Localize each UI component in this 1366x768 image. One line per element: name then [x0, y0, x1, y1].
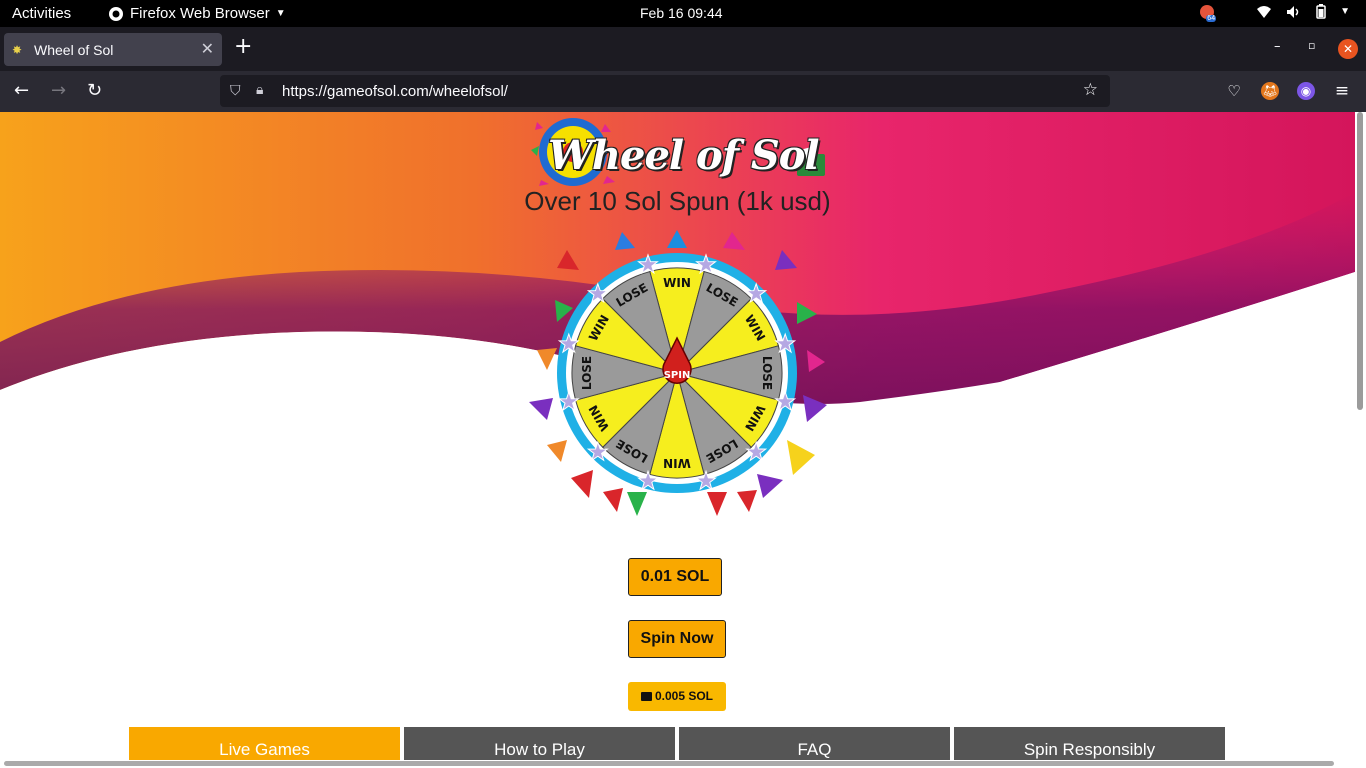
minimize-icon[interactable]: –: [1274, 39, 1281, 54]
vertical-scrollbar[interactable]: [1355, 112, 1366, 768]
close-tab-icon[interactable]: ✕: [201, 39, 214, 59]
clock[interactable]: Feb 16 09:44: [640, 5, 723, 21]
browser-tab-strip: ✸ Wheel of Sol ✕: [0, 27, 1366, 71]
wheel-segment-label: LOSE: [760, 356, 774, 390]
app-menu-label: Firefox Web Browser: [130, 5, 270, 22]
shield-icon[interactable]: ⛉: [230, 82, 241, 99]
hamburger-menu-icon[interactable]: ≡: [1333, 82, 1351, 100]
wifi-icon: [1257, 5, 1272, 18]
horizontal-scroll-thumb[interactable]: [4, 761, 1334, 766]
system-menu-chevron-icon: ▼: [1340, 6, 1350, 17]
new-tab-button[interactable]: +: [234, 34, 252, 59]
system-tray[interactable]: 64 ▼: [1200, 4, 1350, 22]
bookmark-star-icon[interactable]: ☆: [1083, 80, 1098, 100]
vertical-scroll-thumb[interactable]: [1357, 112, 1363, 410]
horizontal-scrollbar[interactable]: [0, 760, 1355, 768]
page-subtitle: Over 10 Sol Spun (1k usd): [524, 186, 831, 216]
wheel-segment-label: LOSE: [580, 356, 594, 390]
tab-title: Wheel of Sol: [34, 41, 114, 58]
tab-how-to-play[interactable]: How to Play: [404, 727, 675, 760]
tab-faq[interactable]: FAQ: [679, 727, 950, 760]
wallet-balance: 0.005 SOL: [654, 689, 714, 703]
volume-icon: [1287, 5, 1299, 18]
forward-arrow-icon[interactable]: →: [51, 80, 66, 101]
navigation-bar: ← → ↻ ⛉ 🔒︎ https://gameofsol.com/wheelof…: [0, 71, 1366, 112]
activities-button[interactable]: Activities: [12, 5, 71, 22]
prize-wheel[interactable]: WIN LOSEWINLOSEWINLOSEWINLOSEWINLOSEWINLO…: [527, 230, 827, 520]
favicon-icon: ✸: [12, 42, 23, 57]
notification-indicator-icon: 64: [1200, 4, 1217, 22]
system-top-bar: Activities Firefox Web Browser ▼ Feb 16 …: [0, 0, 1366, 27]
wallet-balance-badge[interactable]: 0.005 SOL: [628, 682, 726, 711]
wallet-icon: [640, 692, 652, 701]
wheel-segment-label: WIN: [663, 276, 691, 290]
metamask-fox-icon[interactable]: 🦊︎: [1261, 82, 1279, 100]
wheel-segment-label: WIN: [663, 456, 691, 470]
app-menu[interactable]: Firefox Web Browser ▼: [108, 5, 286, 22]
maximize-icon[interactable]: ▫: [1308, 39, 1315, 52]
bet-amount-button[interactable]: 0.01 SOL: [628, 558, 722, 596]
page-tabs: Live Games How to Play FAQ Spin Responsi…: [129, 727, 1225, 760]
tab-wheel-of-sol[interactable]: ✸ Wheel of Sol ✕: [4, 33, 222, 66]
tab-spin-responsibly[interactable]: Spin Responsibly: [954, 727, 1225, 760]
tab-live-games[interactable]: Live Games: [129, 727, 400, 760]
window-close-icon[interactable]: ✕: [1338, 39, 1358, 59]
web-page: Wheel of Sol Over 10 Sol Spun (1k usd) W…: [0, 112, 1355, 760]
logo-title: Wheel of Sol: [548, 132, 820, 179]
url-bar[interactable]: ⛉ 🔒︎ https://gameofsol.com/wheelofsol/ ☆: [220, 75, 1110, 107]
reload-icon[interactable]: ↻: [87, 80, 102, 101]
chevron-down-icon: ▼: [275, 8, 286, 19]
spin-center-label[interactable]: SPIN: [664, 370, 691, 381]
lock-icon[interactable]: 🔒︎: [256, 81, 263, 98]
phantom-wallet-icon[interactable]: ◉: [1297, 82, 1315, 100]
firefox-icon: [109, 6, 123, 21]
back-arrow-icon[interactable]: ←: [14, 80, 29, 101]
pocket-icon[interactable]: ♡: [1225, 82, 1243, 100]
url-text[interactable]: https://gameofsol.com/wheelofsol/: [282, 83, 508, 100]
battery-icon: [1316, 4, 1326, 19]
spin-now-button[interactable]: Spin Now: [628, 620, 726, 658]
